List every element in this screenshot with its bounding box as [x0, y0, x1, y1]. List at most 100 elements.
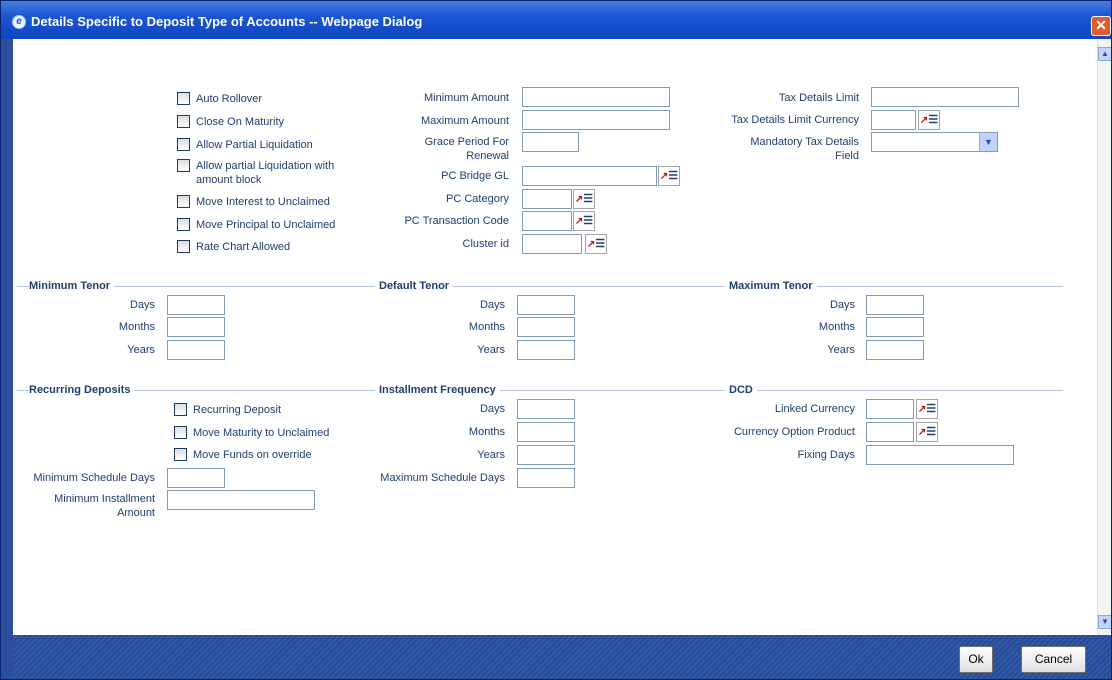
grace-period-label: Grace Period For Renewal	[424, 136, 509, 162]
default-tenor-months-label: Months	[468, 321, 505, 333]
tax-details-limit-label: Tax Details Limit	[778, 92, 859, 104]
currency-option-product-label: Currency Option Product	[733, 426, 855, 438]
pc-category-input[interactable]	[522, 189, 572, 209]
minimum-schedule-days-label: Minimum Schedule Days	[33, 472, 155, 484]
lov-arrow-icon: ↗	[919, 115, 929, 126]
vertical-scrollbar[interactable]: ▲ ▼	[1097, 39, 1111, 635]
min-tenor-months-input[interactable]	[167, 317, 225, 337]
allow-partial-liq-block-label: Allow partial Liquidation with amount bl…	[196, 160, 335, 186]
minimum-amount-input[interactable]	[522, 87, 670, 107]
recurring-deposits-heading: Recurring Deposits	[29, 383, 135, 397]
cluster-id-lov-button[interactable]: ↗☰	[585, 234, 607, 254]
installment-frequency-heading: Installment Frequency	[375, 383, 500, 397]
move-interest-unclaimed-checkbox[interactable]	[177, 195, 190, 208]
rate-chart-allowed-label: Rate Chart Allowed	[196, 241, 291, 253]
cluster-id-label: Cluster id	[462, 238, 509, 250]
ok-button[interactable]: Ok	[959, 646, 993, 673]
currency-option-product-lov-button[interactable]: ↗☰	[916, 422, 938, 442]
allow-partial-liquidation-label: Allow Partial Liquidation	[196, 139, 313, 151]
title-bar: e Details Specific to Deposit Type of Ac…	[1, 1, 1111, 39]
scroll-up-arrow-icon[interactable]: ▲	[1098, 47, 1111, 61]
lov-list-icon: ☰	[583, 193, 594, 205]
dialog-title: Details Specific to Deposit Type of Acco…	[31, 14, 423, 29]
lov-arrow-icon: ↗	[574, 216, 584, 227]
max-tenor-months-input[interactable]	[866, 317, 924, 337]
max-tenor-years-input[interactable]	[866, 340, 924, 360]
move-funds-override-checkbox[interactable]	[174, 448, 187, 461]
max-tenor-days-label: Days	[829, 299, 855, 311]
linked-currency-lov-button[interactable]: ↗☰	[916, 399, 938, 419]
allow-partial-liquidation-checkbox[interactable]	[177, 138, 190, 151]
auto-rollover-checkbox[interactable]	[177, 92, 190, 105]
lov-list-icon: ☰	[926, 403, 937, 415]
min-tenor-years-label: Years	[127, 344, 155, 356]
max-tenor-days-input[interactable]	[866, 295, 924, 315]
tax-details-limit-currency-input[interactable]	[871, 110, 916, 130]
scroll-down-arrow-icon[interactable]: ▼	[1098, 615, 1111, 629]
min-tenor-months-label: Months	[118, 321, 155, 333]
installment-days-input[interactable]	[517, 399, 575, 419]
pc-bridge-gl-label: PC Bridge GL	[441, 170, 509, 182]
chevron-down-icon: ▼	[979, 133, 997, 151]
installment-years-label: Years	[477, 449, 505, 461]
grace-period-input[interactable]	[522, 132, 579, 152]
lov-arrow-icon: ↗	[917, 404, 927, 415]
default-tenor-months-input[interactable]	[517, 317, 575, 337]
max-tenor-years-label: Years	[827, 344, 855, 356]
ie-icon: e	[12, 15, 26, 29]
mandatory-tax-details-select[interactable]: ▼	[871, 132, 998, 152]
lov-list-icon: ☰	[595, 238, 606, 250]
cancel-button[interactable]: Cancel	[1021, 646, 1086, 673]
default-tenor-years-input[interactable]	[517, 340, 575, 360]
pc-transaction-code-lov-button[interactable]: ↗☰	[573, 211, 595, 231]
move-maturity-unclaimed-checkbox[interactable]	[174, 426, 187, 439]
pc-category-label: PC Category	[446, 193, 509, 205]
close-on-maturity-checkbox[interactable]	[177, 115, 190, 128]
minimum-installment-amount-input[interactable]	[167, 490, 315, 510]
installment-months-input[interactable]	[517, 422, 575, 442]
tax-details-limit-input[interactable]	[871, 87, 1019, 107]
recurring-divider	[17, 390, 1063, 391]
pc-bridge-gl-input[interactable]	[522, 166, 657, 186]
allow-partial-liq-block-checkbox[interactable]	[177, 159, 190, 172]
min-tenor-years-input[interactable]	[167, 340, 225, 360]
pc-category-lov-button[interactable]: ↗☰	[573, 189, 595, 209]
default-tenor-days-label: Days	[479, 299, 505, 311]
min-tenor-days-input[interactable]	[167, 295, 225, 315]
currency-option-product-input[interactable]	[866, 422, 914, 442]
lov-list-icon: ☰	[583, 215, 594, 227]
installment-years-input[interactable]	[517, 445, 575, 465]
pc-bridge-gl-lov-button[interactable]: ↗☰	[658, 166, 680, 186]
tenor-divider	[17, 286, 1063, 287]
fixing-days-input[interactable]	[866, 445, 1014, 465]
maximum-amount-label: Maximum Amount	[420, 115, 509, 127]
rate-chart-allowed-checkbox[interactable]	[177, 240, 190, 253]
lov-arrow-icon: ↗	[917, 427, 927, 438]
maximum-amount-input[interactable]	[522, 110, 670, 130]
move-principal-unclaimed-label: Move Principal to Unclaimed	[196, 219, 336, 231]
left-frame	[1, 39, 13, 679]
mandatory-tax-details-label: Mandatory Tax Details Field	[750, 136, 859, 162]
cluster-id-input[interactable]	[522, 234, 582, 254]
lov-arrow-icon: ↗	[574, 194, 584, 205]
close-on-maturity-label: Close On Maturity	[196, 116, 285, 128]
close-button[interactable]: ✕	[1091, 16, 1111, 36]
recurring-deposit-label: Recurring Deposit	[193, 404, 282, 416]
move-principal-unclaimed-checkbox[interactable]	[177, 218, 190, 231]
fixing-days-label: Fixing Days	[797, 449, 855, 461]
recurring-deposit-checkbox[interactable]	[174, 403, 187, 416]
minimum-schedule-days-input[interactable]	[167, 468, 225, 488]
pc-transaction-code-input[interactable]	[522, 211, 572, 231]
linked-currency-input[interactable]	[866, 399, 914, 419]
move-funds-override-label: Move Funds on override	[193, 449, 312, 461]
lov-list-icon: ☰	[928, 114, 939, 126]
tax-currency-lov-button[interactable]: ↗☰	[918, 110, 940, 130]
min-tenor-days-label: Days	[129, 299, 155, 311]
maximum-schedule-days-input[interactable]	[517, 468, 575, 488]
pc-transaction-code-label: PC Transaction Code	[404, 215, 509, 227]
installment-days-label: Days	[479, 403, 505, 415]
dcd-heading: DCD	[725, 383, 757, 397]
lov-list-icon: ☰	[668, 170, 679, 182]
default-tenor-days-input[interactable]	[517, 295, 575, 315]
move-interest-unclaimed-label: Move Interest to Unclaimed	[196, 196, 330, 208]
